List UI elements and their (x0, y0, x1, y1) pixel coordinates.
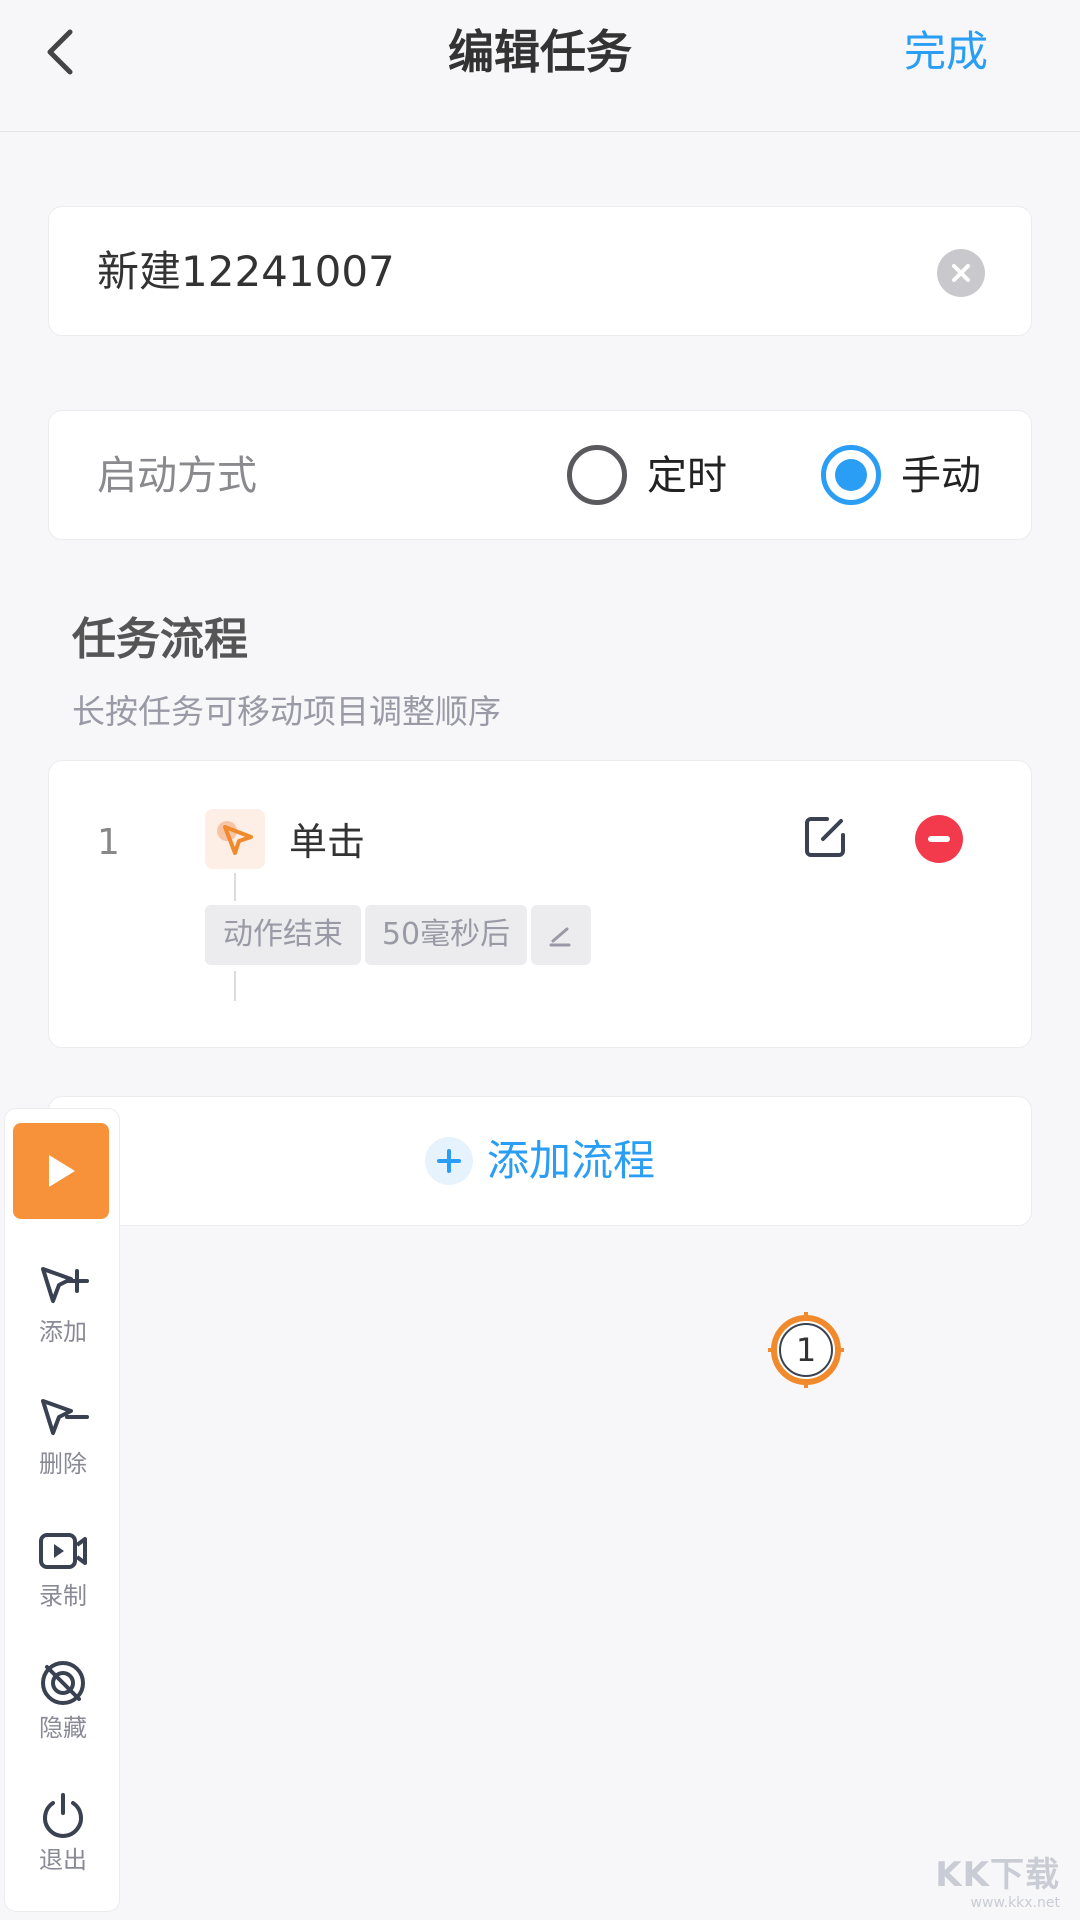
toolbar-add-label: 添加 (39, 1318, 87, 1346)
radio-timed[interactable] (567, 445, 627, 505)
record-icon (39, 1533, 87, 1569)
cursor-minus-icon (41, 1399, 89, 1435)
clear-icon (952, 264, 970, 282)
watermark-url: www.kkx.net (970, 1895, 1060, 1911)
toolbar-record-label: 录制 (39, 1582, 87, 1610)
clear-button[interactable] (937, 249, 985, 297)
plus-icon (425, 1137, 473, 1185)
nav-bar: 编辑任务 完成 (0, 0, 1080, 132)
step-number: 1 (97, 822, 120, 863)
tap-cursor-icon (205, 809, 265, 869)
toolbar-exit[interactable]: 退出 (5, 1791, 121, 1901)
play-icon (49, 1155, 75, 1187)
flow-step-card[interactable]: 1 单击 动作结束 50毫秒后 (48, 760, 1032, 1048)
task-name-input[interactable]: 新建12241007 (97, 245, 395, 299)
step-connector (234, 873, 236, 901)
delete-step-button[interactable] (915, 815, 963, 863)
toolbar-delete[interactable]: 删除 (5, 1395, 121, 1505)
click-target-marker[interactable]: 1 (768, 1312, 844, 1388)
watermark-logo: KK下载 (935, 1855, 1060, 1895)
done-button[interactable]: 完成 (904, 22, 988, 82)
task-name-field[interactable]: 新建12241007 (48, 206, 1032, 336)
target-number: 1 (795, 1331, 817, 1369)
cursor-plus-icon (41, 1267, 89, 1303)
toolbar-hide-label: 隐藏 (39, 1714, 87, 1742)
toolbar-add[interactable]: 添加 (5, 1263, 121, 1373)
flow-section-title: 任务流程 (72, 614, 248, 665)
step-tag-edit[interactable] (531, 905, 591, 965)
toolbar-record[interactable]: 录制 (5, 1527, 121, 1637)
step-label: 单击 (289, 820, 366, 864)
radio-manual[interactable] (821, 445, 881, 505)
edit-step-button[interactable] (801, 813, 849, 861)
play-button[interactable] (13, 1123, 109, 1219)
add-flow-button[interactable]: 添加流程 (425, 1131, 655, 1191)
step-tag-trigger[interactable]: 动作结束 (205, 905, 361, 965)
step-tag-delay[interactable]: 50毫秒后 (365, 905, 527, 965)
flow-section-hint: 长按任务可移动项目调整顺序 (72, 692, 501, 731)
add-flow-card[interactable]: 添加流程 (48, 1096, 1032, 1226)
step-connector (234, 971, 236, 1001)
add-flow-label: 添加流程 (487, 1136, 656, 1185)
toolbar-hide[interactable]: 隐藏 (5, 1659, 121, 1769)
toolbar-exit-label: 退出 (39, 1846, 87, 1874)
launch-mode-label: 启动方式 (97, 453, 257, 499)
hide-icon (41, 1661, 85, 1705)
watermark: KK下载 www.kkx.net (935, 1856, 1060, 1912)
toolbar-delete-label: 删除 (39, 1450, 87, 1478)
floating-toolbar: 添加 删除 录制 隐藏 退出 (4, 1108, 120, 1912)
edit-icon (805, 817, 845, 857)
power-icon (43, 1793, 83, 1838)
radio-timed-label[interactable]: 定时 (647, 449, 727, 503)
radio-manual-label[interactable]: 手动 (901, 449, 981, 503)
launch-mode-card: 启动方式 定时 手动 (48, 410, 1032, 540)
pencil-icon (549, 927, 571, 947)
